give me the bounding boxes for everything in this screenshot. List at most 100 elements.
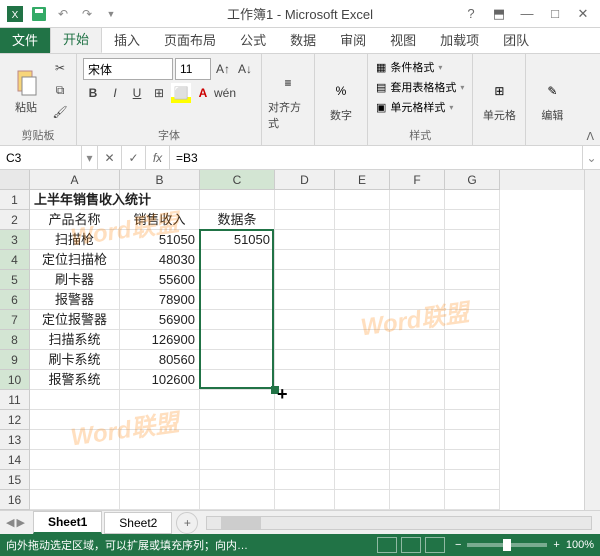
copy-icon[interactable]: ⧉ <box>50 80 70 100</box>
cell-C2[interactable]: 数据条 <box>200 210 275 230</box>
row-header-14[interactable]: 14 <box>0 450 30 470</box>
cell-B14[interactable] <box>120 450 200 470</box>
sheet-nav-prev-icon[interactable]: ◀ <box>6 516 14 529</box>
close-icon[interactable]: ✕ <box>570 3 596 25</box>
cell-B4[interactable]: 48030 <box>120 250 200 270</box>
cell-A8[interactable]: 扫描系统 <box>30 330 120 350</box>
name-box[interactable]: C3 <box>0 146 82 169</box>
sheet-tab-1[interactable]: Sheet1 <box>33 511 102 534</box>
cell-D15[interactable] <box>275 470 335 490</box>
cell-C16[interactable] <box>200 490 275 510</box>
cell-C12[interactable] <box>200 410 275 430</box>
tab-view[interactable]: 视图 <box>378 26 428 53</box>
cell-G12[interactable] <box>445 410 500 430</box>
redo-icon[interactable]: ↷ <box>76 3 98 25</box>
cell-E14[interactable] <box>335 450 390 470</box>
cell-A11[interactable] <box>30 390 120 410</box>
tab-home[interactable]: 开始 <box>50 24 102 53</box>
row-header-11[interactable]: 11 <box>0 390 30 410</box>
cell-E11[interactable] <box>335 390 390 410</box>
cell-B12[interactable] <box>120 410 200 430</box>
minimize-icon[interactable]: — <box>514 3 540 25</box>
cell-D9[interactable] <box>275 350 335 370</box>
col-header-F[interactable]: F <box>390 170 445 190</box>
cell-E3[interactable] <box>335 230 390 250</box>
cell-A7[interactable]: 定位报警器 <box>30 310 120 330</box>
fx-icon[interactable]: fx <box>146 146 170 169</box>
cell-F1[interactable] <box>390 190 445 210</box>
cell-style-button[interactable]: ▣单元格样式▾ <box>374 98 466 116</box>
select-all-corner[interactable] <box>0 170 30 190</box>
row-header-13[interactable]: 13 <box>0 430 30 450</box>
cell-G2[interactable] <box>445 210 500 230</box>
cell-C4[interactable] <box>200 250 275 270</box>
cell-D5[interactable] <box>275 270 335 290</box>
cell-D1[interactable] <box>275 190 335 210</box>
cell-C10[interactable] <box>200 370 275 390</box>
cancel-formula-icon[interactable]: ✕ <box>98 146 122 169</box>
cell-C13[interactable] <box>200 430 275 450</box>
save-icon[interactable] <box>28 3 50 25</box>
cell-E10[interactable] <box>335 370 390 390</box>
cell-G6[interactable] <box>445 290 500 310</box>
cell-G9[interactable] <box>445 350 500 370</box>
cell-G1[interactable] <box>445 190 500 210</box>
cell-D13[interactable] <box>275 430 335 450</box>
cell-A9[interactable]: 刷卡系统 <box>30 350 120 370</box>
cell-F12[interactable] <box>390 410 445 430</box>
row-header-3[interactable]: 3 <box>0 230 30 250</box>
cell-A6[interactable]: 报警器 <box>30 290 120 310</box>
cell-D3[interactable] <box>275 230 335 250</box>
cell-D16[interactable] <box>275 490 335 510</box>
cell-F8[interactable] <box>390 330 445 350</box>
help-icon[interactable]: ? <box>458 3 484 25</box>
edit-button[interactable]: ✎ 编辑 <box>532 58 572 141</box>
cell-A4[interactable]: 定位扫描枪 <box>30 250 120 270</box>
view-normal-icon[interactable] <box>377 537 397 553</box>
cell-E15[interactable] <box>335 470 390 490</box>
name-box-dropdown-icon[interactable]: ▾ <box>82 146 98 169</box>
cell-B5[interactable]: 55600 <box>120 270 200 290</box>
cell-F4[interactable] <box>390 250 445 270</box>
col-header-A[interactable]: A <box>30 170 120 190</box>
cell-A13[interactable] <box>30 430 120 450</box>
cell-A16[interactable] <box>30 490 120 510</box>
cell-G5[interactable] <box>445 270 500 290</box>
cell-C9[interactable] <box>200 350 275 370</box>
zoom-out-icon[interactable]: − <box>455 539 461 551</box>
row-header-10[interactable]: 10 <box>0 370 30 390</box>
cell-E9[interactable] <box>335 350 390 370</box>
cell-B1[interactable] <box>120 190 200 210</box>
cell-E1[interactable] <box>335 190 390 210</box>
cell-F9[interactable] <box>390 350 445 370</box>
tab-formula[interactable]: 公式 <box>228 26 278 53</box>
cell-A5[interactable]: 刷卡器 <box>30 270 120 290</box>
align-button[interactable]: ≡ 对齐方式 <box>268 58 308 141</box>
cell-D12[interactable] <box>275 410 335 430</box>
row-header-9[interactable]: 9 <box>0 350 30 370</box>
cell-F13[interactable] <box>390 430 445 450</box>
cells-button[interactable]: ⊞ 单元格 <box>479 58 519 141</box>
cell-G7[interactable] <box>445 310 500 330</box>
cell-F5[interactable] <box>390 270 445 290</box>
cell-B9[interactable]: 80560 <box>120 350 200 370</box>
cell-C3[interactable]: 51050 <box>200 230 275 250</box>
fill-color-icon[interactable]: ⬜ <box>171 83 191 103</box>
cell-D4[interactable] <box>275 250 335 270</box>
cell-E13[interactable] <box>335 430 390 450</box>
paste-button[interactable]: 粘贴 <box>6 58 46 125</box>
col-header-C[interactable]: C <box>200 170 275 190</box>
cell-G11[interactable] <box>445 390 500 410</box>
excel-icon[interactable]: X <box>4 3 26 25</box>
col-header-E[interactable]: E <box>335 170 390 190</box>
cell-E16[interactable] <box>335 490 390 510</box>
cell-F16[interactable] <box>390 490 445 510</box>
cell-E6[interactable] <box>335 290 390 310</box>
cell-C14[interactable] <box>200 450 275 470</box>
cell-A1[interactable]: 上半年销售收入统计 <box>30 190 120 210</box>
accept-formula-icon[interactable]: ✓ <box>122 146 146 169</box>
cell-A14[interactable] <box>30 450 120 470</box>
row-header-7[interactable]: 7 <box>0 310 30 330</box>
cell-B10[interactable]: 102600 <box>120 370 200 390</box>
tab-layout[interactable]: 页面布局 <box>152 26 228 53</box>
